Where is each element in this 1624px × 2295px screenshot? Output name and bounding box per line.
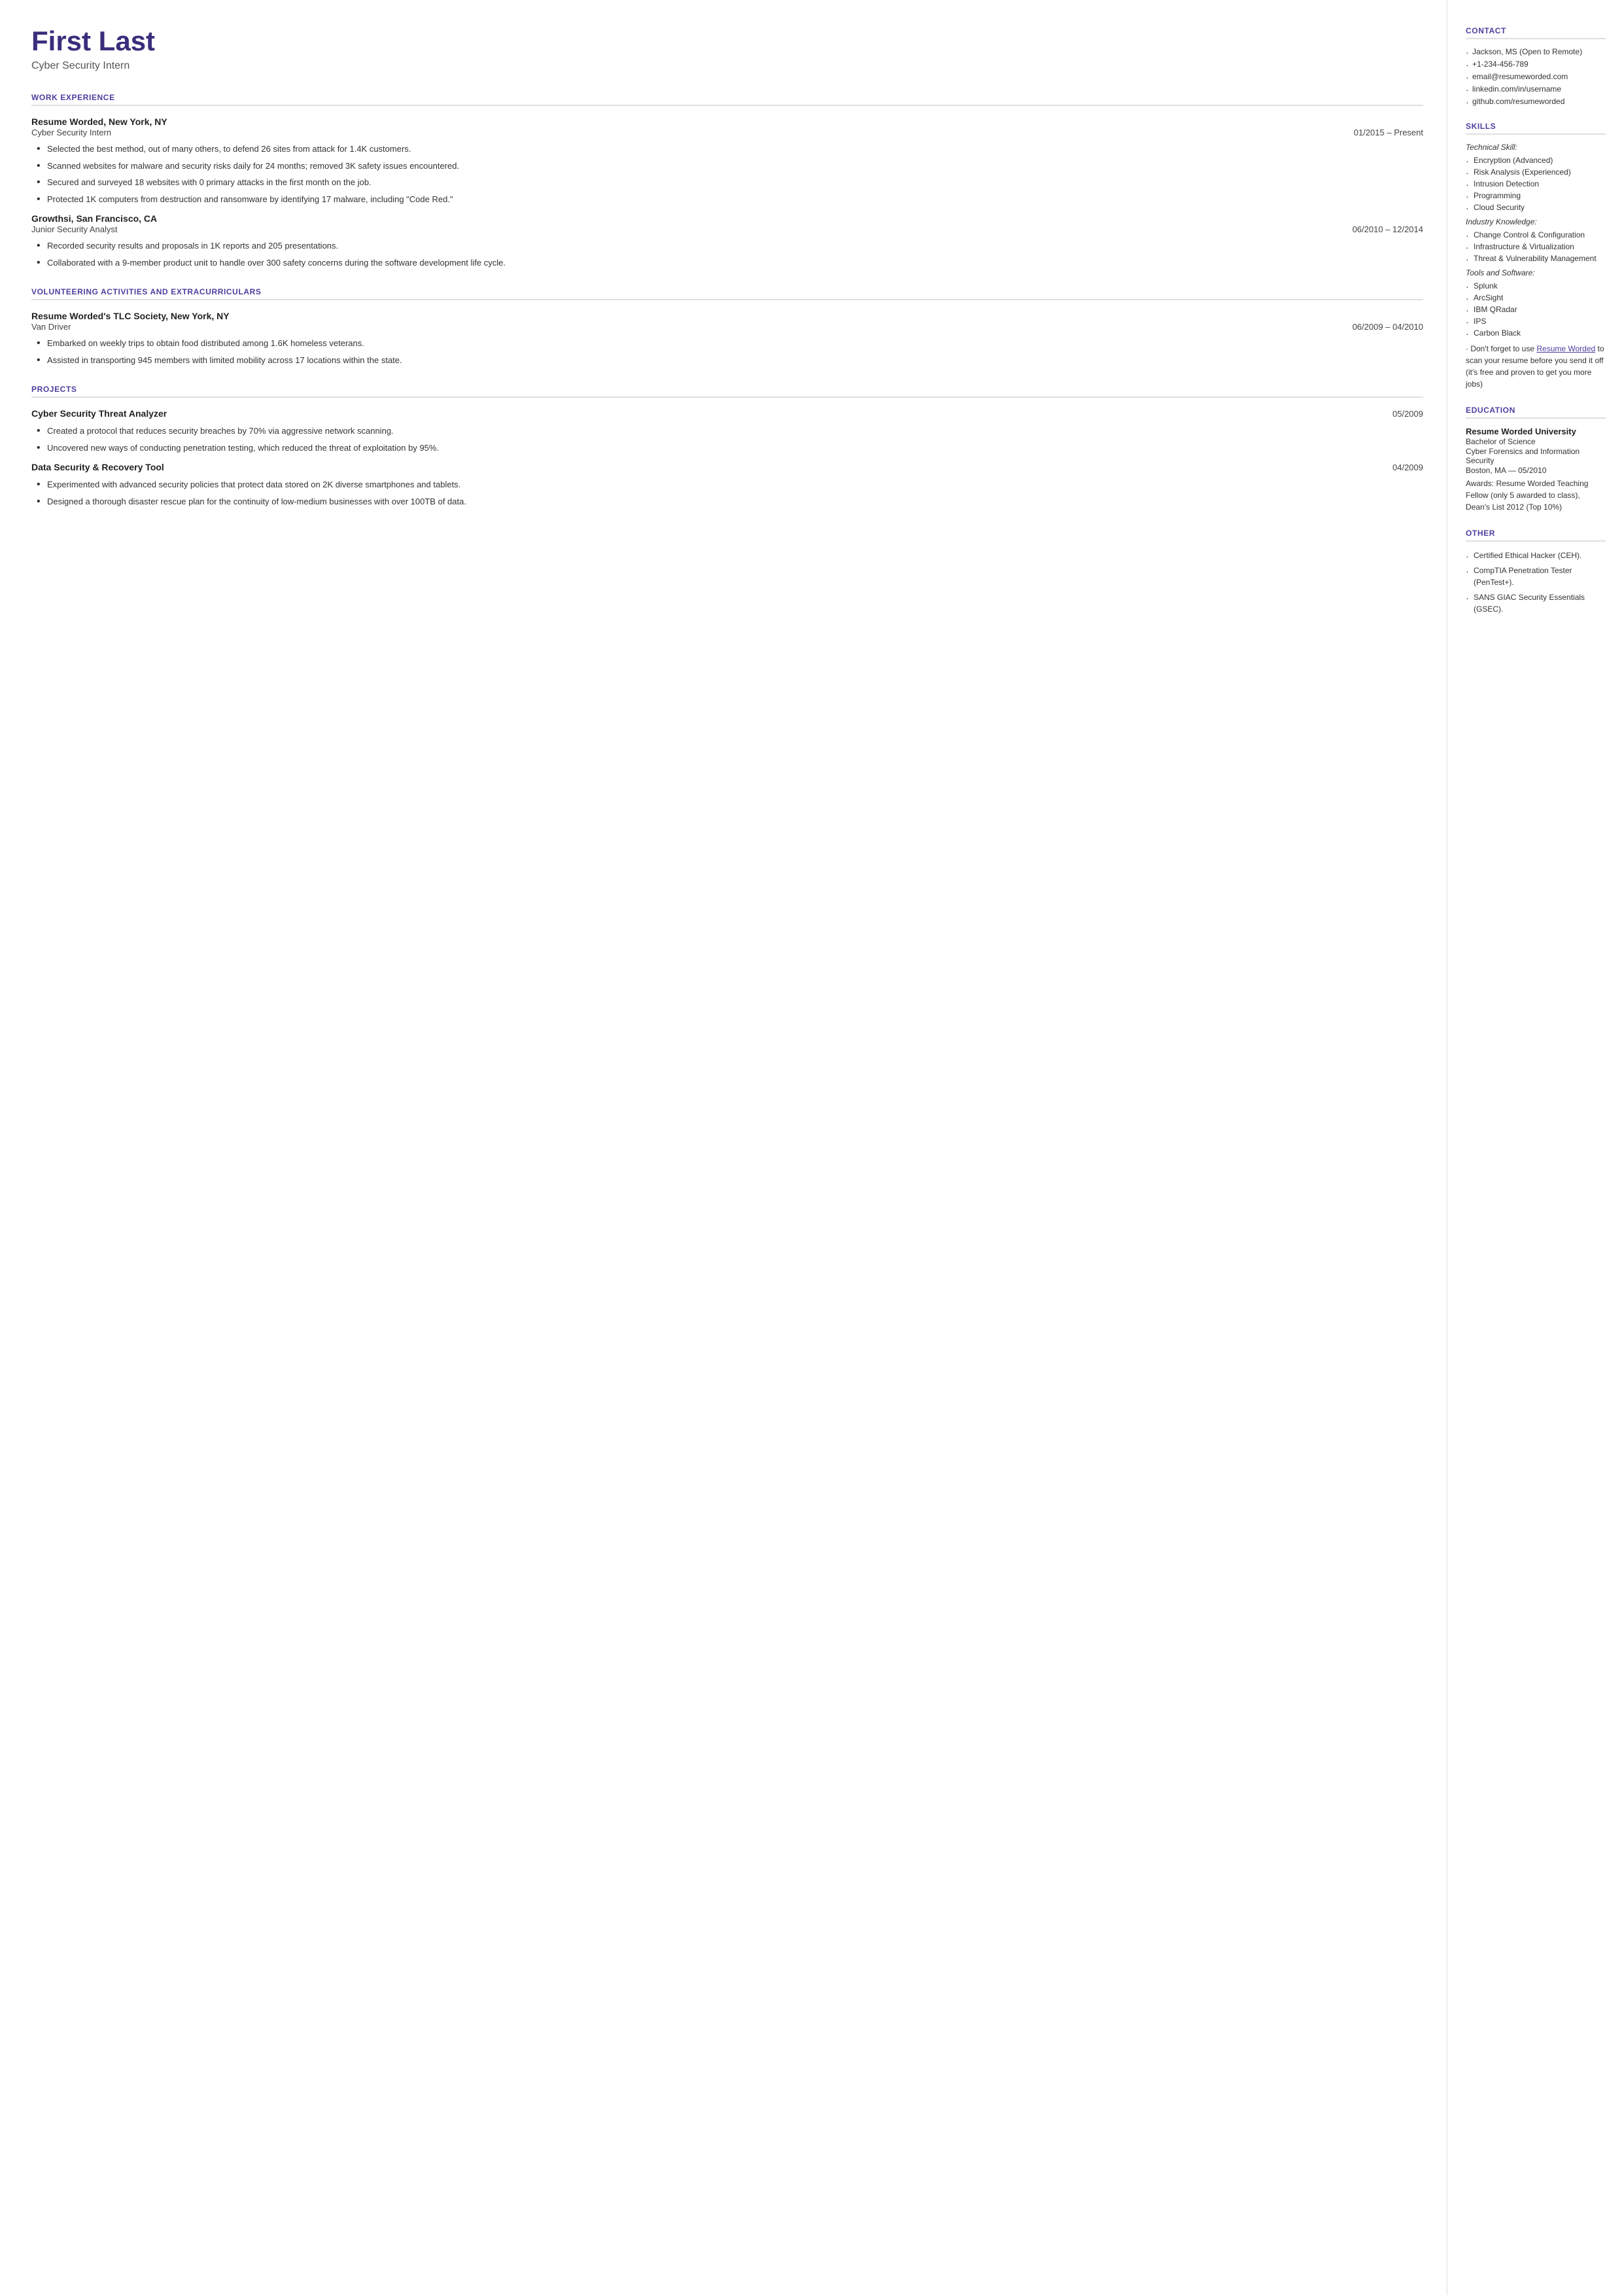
list-item: Certified Ethical Hacker (CEH). bbox=[1466, 550, 1606, 561]
list-item: Splunk bbox=[1466, 281, 1606, 290]
project-1-row: Cyber Security Threat Analyzer 05/2009 bbox=[31, 408, 1423, 419]
project-2-bullets: Experimented with advanced security poli… bbox=[37, 478, 1423, 508]
tools-list: Splunk ArcSight IBM QRadar IPS Carbon Bl… bbox=[1466, 281, 1606, 338]
job-2-role-row: Junior Security Analyst 06/2010 – 12/201… bbox=[31, 224, 1423, 234]
contact-section: CONTACT Jackson, MS (Open to Remote) +1-… bbox=[1466, 26, 1606, 106]
promo-text: · Don't forget to use Resume Worded to s… bbox=[1466, 343, 1606, 390]
other-header: OTHER bbox=[1466, 529, 1606, 542]
list-item: Scanned websites for malware and securit… bbox=[37, 160, 1423, 173]
job-2-bullets: Recorded security results and proposals … bbox=[37, 239, 1423, 269]
list-item: +1-234-456-789 bbox=[1466, 60, 1606, 69]
volunteer-1: Resume Worded's TLC Society, New York, N… bbox=[31, 311, 1423, 366]
list-item: Designed a thorough disaster rescue plan… bbox=[37, 495, 1423, 508]
list-item: Assisted in transporting 945 members wit… bbox=[37, 354, 1423, 367]
other-list: Certified Ethical Hacker (CEH). CompTIA … bbox=[1466, 550, 1606, 615]
list-item: Infrastructure & Virtualization bbox=[1466, 242, 1606, 251]
edu-awards: Awards: Resume Worded Teaching Fellow (o… bbox=[1466, 478, 1606, 513]
edu-field: Cyber Forensics and Information Security bbox=[1466, 447, 1606, 465]
job-1: Resume Worded, New York, NY Cyber Securi… bbox=[31, 116, 1423, 205]
skills-section: SKILLS Technical Skill: Encryption (Adva… bbox=[1466, 122, 1606, 390]
list-item: Risk Analysis (Experienced) bbox=[1466, 167, 1606, 177]
list-item: Embarked on weekly trips to obtain food … bbox=[37, 337, 1423, 350]
job-1-role-row: Cyber Security Intern 01/2015 – Present bbox=[31, 128, 1423, 137]
right-column: CONTACT Jackson, MS (Open to Remote) +1-… bbox=[1447, 0, 1624, 2295]
list-item: Selected the best method, out of many ot… bbox=[37, 143, 1423, 156]
left-column: First Last Cyber Security Intern WORK EX… bbox=[0, 0, 1447, 2295]
job-1-company: Resume Worded, New York, NY bbox=[31, 116, 1423, 127]
technical-skill-list: Encryption (Advanced) Risk Analysis (Exp… bbox=[1466, 156, 1606, 212]
job-1-role: Cyber Security Intern bbox=[31, 128, 111, 137]
edu-school: Resume Worded University bbox=[1466, 427, 1606, 436]
list-item: Uncovered new ways of conducting penetra… bbox=[37, 442, 1423, 455]
volunteer-1-role-row: Van Driver 06/2009 – 04/2010 bbox=[31, 322, 1423, 332]
contact-list: Jackson, MS (Open to Remote) +1-234-456-… bbox=[1466, 47, 1606, 106]
list-item: Secured and surveyed 18 websites with 0 … bbox=[37, 176, 1423, 189]
project-2-date: 04/2009 bbox=[1392, 463, 1423, 472]
job-1-date: 01/2015 – Present bbox=[1354, 128, 1423, 137]
resume-worded-link[interactable]: Resume Worded bbox=[1536, 344, 1595, 353]
volunteering-header: VOLUNTEERING ACTIVITIES AND EXTRACURRICU… bbox=[31, 287, 1423, 300]
project-1-date: 05/2009 bbox=[1392, 409, 1423, 419]
list-item: linkedin.com/in/username bbox=[1466, 84, 1606, 94]
project-2-row: Data Security & Recovery Tool 04/2009 bbox=[31, 462, 1423, 473]
list-item: Cloud Security bbox=[1466, 203, 1606, 212]
edu-degree: Bachelor of Science bbox=[1466, 437, 1606, 446]
list-item: Change Control & Configuration bbox=[1466, 230, 1606, 239]
edu-location: Boston, MA — 05/2010 bbox=[1466, 466, 1606, 475]
job-1-bullets: Selected the best method, out of many ot… bbox=[37, 143, 1423, 205]
technical-skill-label: Technical Skill: bbox=[1466, 143, 1606, 152]
list-item: Experimented with advanced security poli… bbox=[37, 478, 1423, 491]
list-item: Jackson, MS (Open to Remote) bbox=[1466, 47, 1606, 56]
candidate-name: First Last bbox=[31, 26, 1423, 56]
projects-header: PROJECTS bbox=[31, 385, 1423, 398]
volunteer-1-company: Resume Worded's TLC Society, New York, N… bbox=[31, 311, 1423, 321]
list-item: Threat & Vulnerability Management bbox=[1466, 254, 1606, 263]
list-item: ArcSight bbox=[1466, 293, 1606, 302]
contact-header: CONTACT bbox=[1466, 26, 1606, 39]
list-item: Created a protocol that reduces security… bbox=[37, 425, 1423, 438]
list-item: Recorded security results and proposals … bbox=[37, 239, 1423, 253]
project-1-title: Cyber Security Threat Analyzer bbox=[31, 408, 167, 419]
education-header: EDUCATION bbox=[1466, 406, 1606, 419]
tools-label: Tools and Software: bbox=[1466, 268, 1606, 277]
work-experience-header: WORK EXPERIENCE bbox=[31, 93, 1423, 106]
industry-knowledge-label: Industry Knowledge: bbox=[1466, 217, 1606, 226]
job-2-role: Junior Security Analyst bbox=[31, 224, 118, 234]
job-2-date: 06/2010 – 12/2014 bbox=[1353, 224, 1423, 234]
volunteer-1-date: 06/2009 – 04/2010 bbox=[1353, 322, 1423, 332]
list-item: Protected 1K computers from destruction … bbox=[37, 193, 1423, 206]
job-2: Growthsi, San Francisco, CA Junior Secur… bbox=[31, 213, 1423, 269]
skills-header: SKILLS bbox=[1466, 122, 1606, 135]
education-section: EDUCATION Resume Worded University Bache… bbox=[1466, 406, 1606, 513]
list-item: Programming bbox=[1466, 191, 1606, 200]
project-2: Data Security & Recovery Tool 04/2009 Ex… bbox=[31, 462, 1423, 508]
list-item: Collaborated with a 9-member product uni… bbox=[37, 256, 1423, 270]
list-item: IPS bbox=[1466, 317, 1606, 326]
list-item: SANS GIAC Security Essentials (GSEC). bbox=[1466, 591, 1606, 615]
volunteer-1-bullets: Embarked on weekly trips to obtain food … bbox=[37, 337, 1423, 366]
volunteer-1-role: Van Driver bbox=[31, 322, 71, 332]
list-item: Intrusion Detection bbox=[1466, 179, 1606, 188]
industry-skill-list: Change Control & Configuration Infrastru… bbox=[1466, 230, 1606, 263]
list-item: Carbon Black bbox=[1466, 328, 1606, 338]
project-2-title: Data Security & Recovery Tool bbox=[31, 462, 164, 472]
list-item: CompTIA Penetration Tester (PenTest+). bbox=[1466, 565, 1606, 588]
list-item: Encryption (Advanced) bbox=[1466, 156, 1606, 165]
project-1: Cyber Security Threat Analyzer 05/2009 C… bbox=[31, 408, 1423, 454]
list-item: email@resumeworded.com bbox=[1466, 72, 1606, 81]
candidate-title: Cyber Security Intern bbox=[31, 60, 1423, 72]
list-item: IBM QRadar bbox=[1466, 305, 1606, 314]
project-1-bullets: Created a protocol that reduces security… bbox=[37, 425, 1423, 454]
job-2-company: Growthsi, San Francisco, CA bbox=[31, 213, 1423, 224]
other-section: OTHER Certified Ethical Hacker (CEH). Co… bbox=[1466, 529, 1606, 615]
list-item: github.com/resumeworded bbox=[1466, 97, 1606, 106]
